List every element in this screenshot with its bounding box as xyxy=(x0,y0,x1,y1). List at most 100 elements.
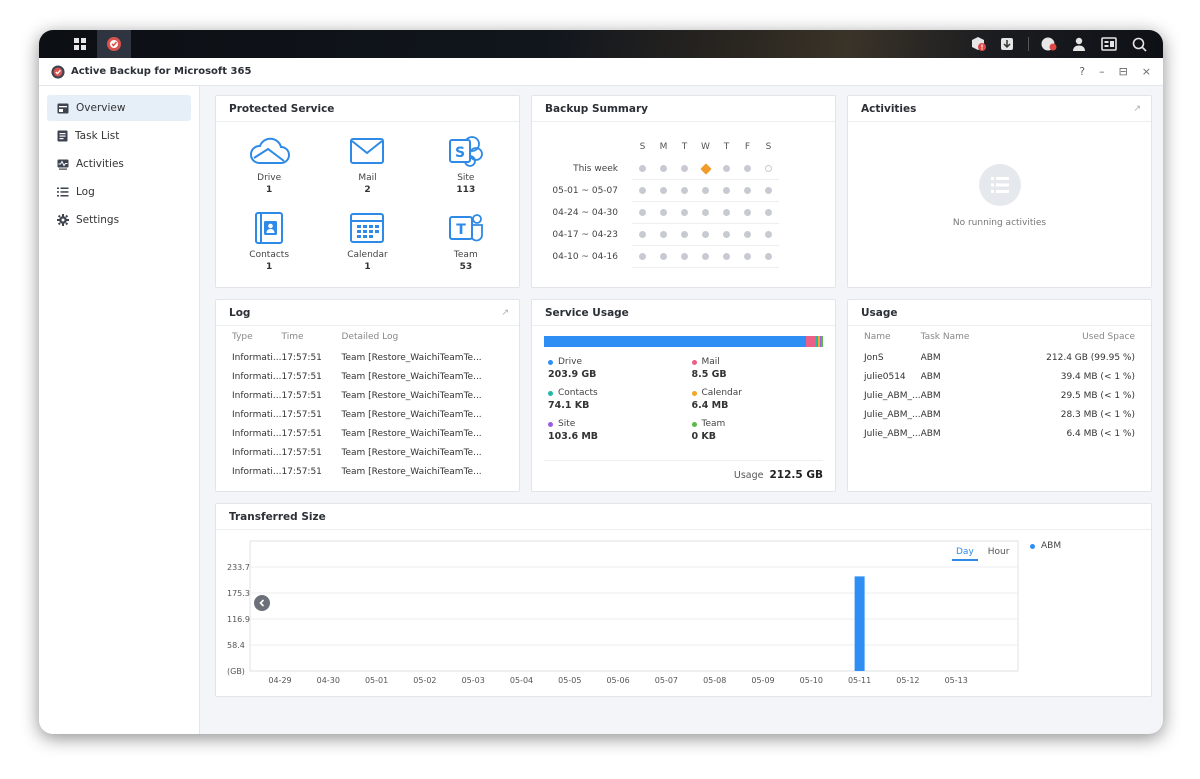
status-dot[interactable] xyxy=(765,187,772,194)
status-dot[interactable] xyxy=(639,165,646,172)
service-mail[interactable]: Mail 2 xyxy=(318,132,416,195)
main-menu-icon[interactable] xyxy=(63,30,97,58)
empty-text: No running activities xyxy=(952,218,1047,228)
status-dot[interactable] xyxy=(681,231,688,238)
expand-icon[interactable]: ↗ xyxy=(501,308,509,318)
sidebar-item-settings[interactable]: Settings xyxy=(47,207,191,233)
table-row[interactable]: Informati... 17:57:51 Team [Restore_Waichi… xyxy=(216,367,519,386)
table-row[interactable]: Informati... 17:57:51 Team [Restore_Waichi… xyxy=(216,405,519,424)
legend-label: ABM xyxy=(1041,541,1062,551)
column-header: Used Space xyxy=(1082,332,1135,342)
expand-icon[interactable]: ↗ xyxy=(1133,104,1141,114)
table-row[interactable]: Informati... 17:57:51 Team [Restore_Waichi… xyxy=(216,462,519,481)
status-dot[interactable] xyxy=(639,209,646,216)
table-cell: 39.4 MB (< 1 %) xyxy=(1060,371,1135,382)
status-dot[interactable] xyxy=(639,231,646,238)
user-icon[interactable] xyxy=(1069,34,1089,54)
status-dot[interactable] xyxy=(681,253,688,260)
task-list-icon xyxy=(57,130,68,142)
day-label: S xyxy=(639,142,646,152)
status-dot[interactable] xyxy=(639,253,646,260)
status-dot[interactable] xyxy=(744,231,751,238)
status-dot[interactable] xyxy=(765,253,772,260)
status-dot[interactable] xyxy=(702,209,709,216)
status-dot[interactable] xyxy=(765,231,772,238)
service-team[interactable]: T Team 53 xyxy=(417,209,515,272)
status-dot[interactable] xyxy=(660,209,667,216)
usage-item-name: Team xyxy=(701,419,726,429)
service-count: 1 xyxy=(364,262,371,272)
status-dot[interactable] xyxy=(723,209,730,216)
help-button[interactable]: ? xyxy=(1079,65,1085,78)
service-name: Mail xyxy=(358,173,377,183)
service-calendar[interactable]: Calendar 1 xyxy=(318,209,416,272)
usage-bar-segment xyxy=(821,336,823,347)
status-dot[interactable] xyxy=(660,253,667,260)
table-row[interactable]: Informati... 17:57:51 Team [Restore_Waichi… xyxy=(216,424,519,443)
x-tick-label: 05-02 xyxy=(413,676,436,685)
table-cell: ABM xyxy=(920,390,941,401)
cloud-icon xyxy=(250,137,291,164)
table-row[interactable]: julie0514 ABM 39.4 MB (< 1 %) xyxy=(848,367,1151,386)
restore-button[interactable]: ⊟ xyxy=(1119,65,1128,78)
sidebar-item-label: Overview xyxy=(76,102,126,114)
status-dot[interactable] xyxy=(660,231,667,238)
toggle-hour[interactable]: Hour xyxy=(988,547,1010,561)
service-drive[interactable]: Drive 1 xyxy=(220,132,318,195)
close-button[interactable]: × xyxy=(1142,65,1151,78)
status-dot[interactable] xyxy=(702,231,709,238)
status-dot[interactable] xyxy=(639,187,646,194)
x-tick-label: 05-11 xyxy=(848,676,871,685)
y-tick-label: 233.7 xyxy=(227,563,250,572)
table-row[interactable]: Informati... 17:57:51 Team [Restore_Waichi… xyxy=(216,348,519,367)
sidebar-item-overview[interactable]: Overview xyxy=(47,95,191,121)
sidebar-item-log[interactable]: Log xyxy=(47,179,191,205)
table-row[interactable]: Informati... 17:57:51 Team [Restore_Waichi… xyxy=(216,443,519,462)
search-icon[interactable] xyxy=(1129,34,1149,54)
status-dot[interactable] xyxy=(702,253,709,260)
status-dot[interactable] xyxy=(660,165,667,172)
download-icon[interactable] xyxy=(998,34,1018,54)
status-dot[interactable] xyxy=(744,165,751,172)
status-warning-dot[interactable] xyxy=(699,162,712,175)
status-dot[interactable] xyxy=(681,187,688,194)
status-dot[interactable] xyxy=(765,209,772,216)
usage-stacked-bar xyxy=(544,336,823,347)
status-dot[interactable] xyxy=(660,187,667,194)
status-dot[interactable] xyxy=(723,231,730,238)
status-empty-dot[interactable] xyxy=(765,165,772,172)
status-dot[interactable] xyxy=(681,165,688,172)
service-contacts[interactable]: Contacts 1 xyxy=(220,209,318,272)
status-dot[interactable] xyxy=(744,209,751,216)
table-row[interactable]: Informati... 17:57:51 Team [Restore_Waichi… xyxy=(216,386,519,405)
legend-swatch xyxy=(1030,543,1035,549)
table-row[interactable]: Julie_ABM_... ABM 28.3 MB (< 1 %) xyxy=(848,405,1151,424)
toggle-day[interactable]: Day xyxy=(952,547,978,561)
minimize-button[interactable]: – xyxy=(1099,65,1105,78)
sidebar-item-activities[interactable]: Activities xyxy=(47,151,191,177)
status-dot[interactable] xyxy=(723,165,730,172)
status-dot[interactable] xyxy=(744,253,751,260)
usage-item: Contacts 74.1 KB xyxy=(548,388,692,411)
status-dot[interactable] xyxy=(723,253,730,260)
status-dot[interactable] xyxy=(681,209,688,216)
table-row[interactable]: Julie_ABM_... ABM 29.5 MB (< 1 %) xyxy=(848,386,1151,405)
chat-icon[interactable] xyxy=(1039,34,1059,54)
table-cell: JonS xyxy=(864,352,884,363)
status-dot[interactable] xyxy=(744,187,751,194)
sidebar-item-label: Task List xyxy=(75,130,120,142)
widgets-icon[interactable] xyxy=(1099,34,1119,54)
service-count: 2 xyxy=(364,185,371,195)
table-row[interactable]: Julie_ABM_... ABM 6.4 MB (< 1 %) xyxy=(848,424,1151,443)
transferred-size-card: Transferred Size 233.7 175.3 116.9 58.4 (GB)… xyxy=(215,503,1152,697)
status-dot[interactable] xyxy=(723,187,730,194)
svg-text:S: S xyxy=(455,145,465,161)
package-alert-icon[interactable] xyxy=(968,34,988,54)
chevron-left-icon[interactable] xyxy=(254,595,270,611)
status-dot[interactable] xyxy=(702,187,709,194)
table-row[interactable]: JonS ABM 212.4 GB (99.95 %) xyxy=(848,348,1151,367)
usage-total-value: 212.5 GB xyxy=(769,469,824,481)
active-backup-icon[interactable] xyxy=(97,30,131,58)
service-site[interactable]: S Site 113 xyxy=(417,132,515,195)
sidebar-item-task-list[interactable]: Task List xyxy=(47,123,191,149)
